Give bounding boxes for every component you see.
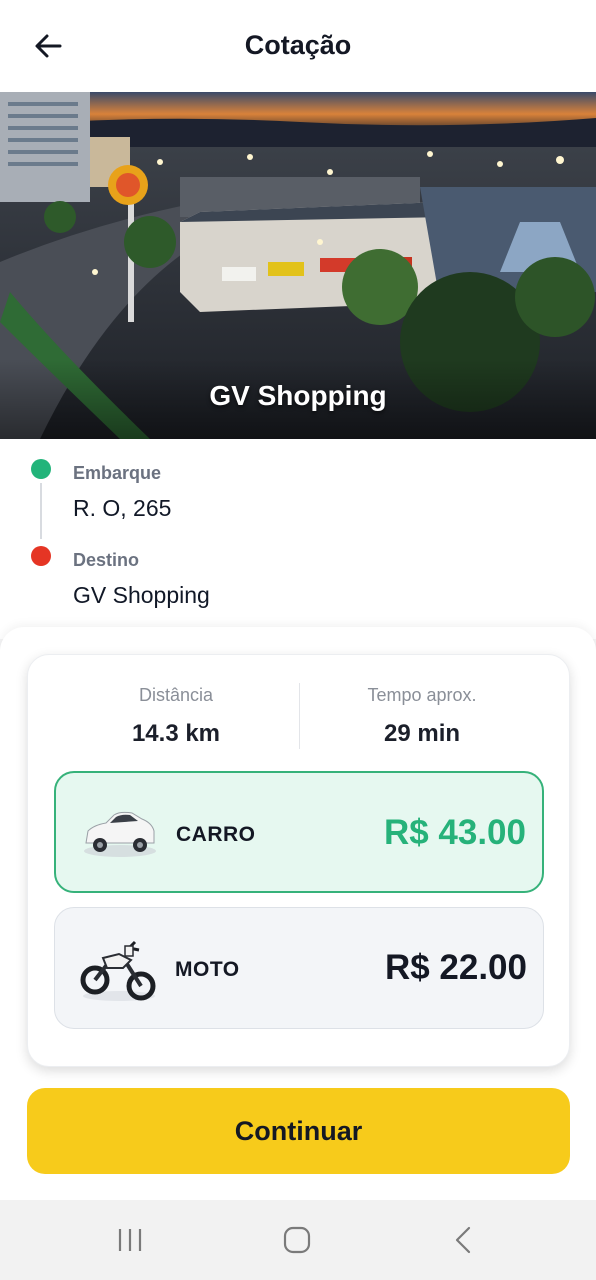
destination-name: GV Shopping: [209, 380, 387, 411]
route-connector: [40, 483, 42, 539]
distance-value: 14.3 km: [131, 720, 221, 747]
destination-marker-icon: [31, 546, 51, 566]
back-nav-button[interactable]: [434, 1220, 494, 1260]
option-price: R$ 43.00: [383, 813, 526, 852]
moto-option[interactable]: MOTO R$ 22.00: [54, 907, 544, 1029]
recent-apps-button[interactable]: [100, 1220, 160, 1260]
quote-sheet: Distância 14.3 km Tempo aprox. 29 min CA…: [0, 627, 596, 1200]
time-value: 29 min: [383, 720, 461, 747]
continue-button[interactable]: Continuar: [27, 1088, 570, 1174]
app-header: Cotação: [0, 0, 596, 92]
home-icon: [283, 1226, 311, 1254]
destination-address: GV Shopping: [73, 582, 210, 608]
page-title: Cotação: [244, 30, 352, 60]
distance-label: Distância: [138, 685, 214, 705]
distance-stat: Distância 14.3 km: [46, 685, 306, 748]
option-price: R$ 22.00: [384, 948, 527, 987]
car-icon: [84, 811, 156, 857]
home-button[interactable]: [267, 1220, 327, 1260]
recent-apps-icon: [118, 1229, 142, 1251]
destination-photo: GV Shopping: [0, 92, 596, 439]
quote-card: Distância 14.3 km Tempo aprox. 29 min CA…: [27, 654, 570, 1067]
pickup-label: Embarque: [73, 463, 162, 483]
route-info: Embarque R. O, 265 Destino GV Shopping: [0, 439, 596, 639]
motorcycle-icon: [80, 940, 156, 1001]
option-name: CARRO: [176, 823, 256, 846]
time-label: Tempo aprox.: [367, 685, 477, 705]
back-nav-icon: [455, 1226, 471, 1254]
time-stat: Tempo aprox. 29 min: [292, 685, 552, 748]
option-name: MOTO: [175, 958, 240, 981]
pickup-marker-icon: [31, 459, 51, 479]
system-nav-bar: [0, 1200, 596, 1280]
car-option[interactable]: CARRO R$ 43.00: [54, 771, 544, 893]
pickup-address: R. O, 265: [73, 495, 172, 521]
destination-label: Destino: [73, 550, 140, 570]
